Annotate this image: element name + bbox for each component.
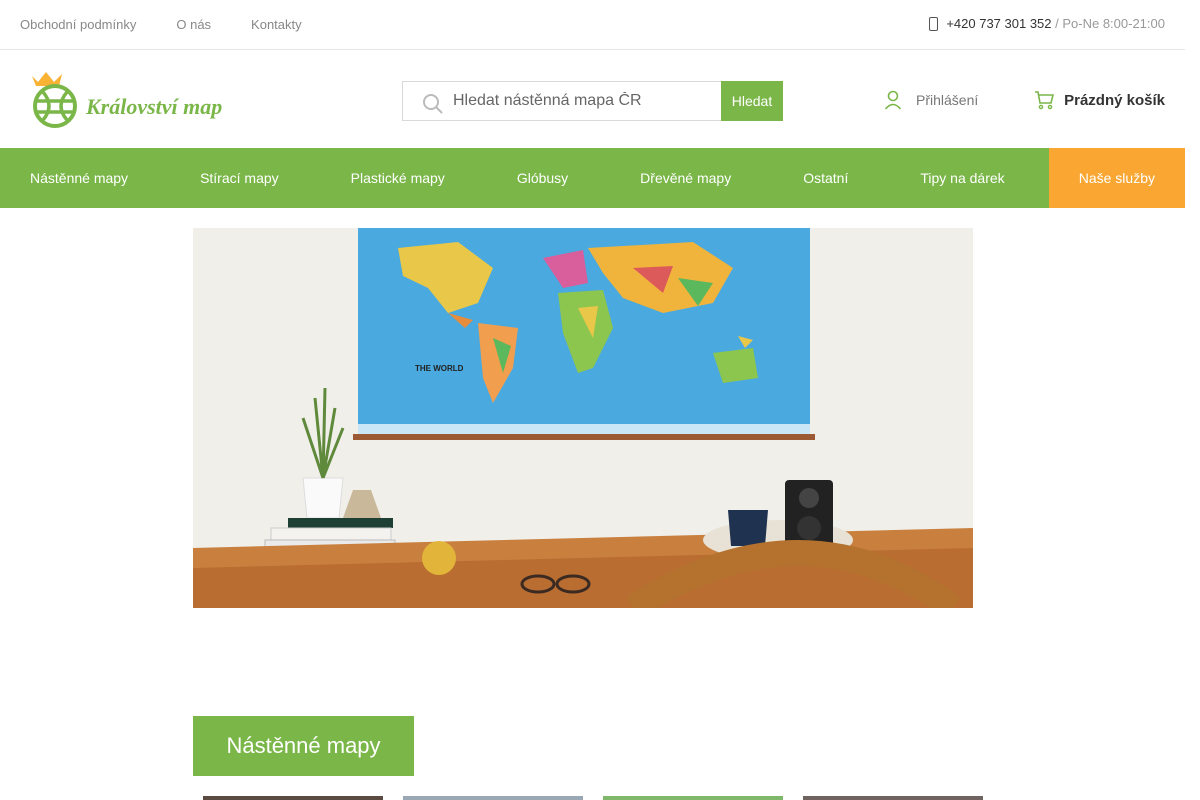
product-thumbnail[interactable] xyxy=(803,796,983,800)
main-nav: Nástěnné mapy Stírací mapy Plastické map… xyxy=(0,148,1185,208)
user-icon xyxy=(884,90,902,110)
top-bar: Obchodní podmínky O nás Kontakty +420 73… xyxy=(0,0,1185,50)
hero-banner[interactable]: THE WORLD xyxy=(193,228,973,608)
product-thumbnail[interactable] xyxy=(203,796,383,800)
opening-hours: / Po-Ne 8:00-21:00 xyxy=(1055,16,1165,31)
nav-item-relief-maps[interactable]: Plastické mapy xyxy=(309,148,475,208)
nav-item-scratch-maps[interactable]: Stírací mapy xyxy=(158,148,309,208)
hero-image: THE WORLD xyxy=(193,228,973,608)
logo[interactable]: Království map xyxy=(26,68,251,130)
logo-globe-icon: Království map xyxy=(32,72,222,128)
cart-label: Prázdný košík xyxy=(1064,91,1165,109)
login-label: Přihlášení xyxy=(916,92,979,108)
nav-item-services[interactable]: Naše služby xyxy=(1048,148,1185,208)
cart-link[interactable]: Prázdný košík xyxy=(1034,90,1165,110)
link-contacts[interactable]: Kontakty xyxy=(251,17,302,32)
phone-icon xyxy=(929,16,939,31)
login-link[interactable]: Přihlášení xyxy=(884,90,978,110)
search-icon xyxy=(423,94,443,114)
search-button[interactable]: Hledat xyxy=(721,81,783,121)
section-title-wall-maps[interactable]: Nástěnné mapy xyxy=(193,716,414,776)
product-thumbnail[interactable] xyxy=(603,796,783,800)
logo-text: Království map xyxy=(85,94,222,119)
link-terms[interactable]: Obchodní podmínky xyxy=(20,17,136,32)
nav-item-wall-maps[interactable]: Nástěnné mapy xyxy=(0,148,158,208)
top-links: Obchodní podmínky O nás Kontakty xyxy=(20,17,302,32)
search-input[interactable] xyxy=(453,82,723,120)
nav-item-wooden-maps[interactable]: Dřevěné mapy xyxy=(598,148,761,208)
nav-item-other[interactable]: Ostatní xyxy=(761,148,878,208)
phone-number[interactable]: +420 737 301 352 xyxy=(946,16,1051,31)
cart-icon xyxy=(1035,91,1055,110)
map-title: THE WORLD xyxy=(415,364,464,373)
link-about[interactable]: O nás xyxy=(176,17,211,32)
product-thumbnail[interactable] xyxy=(403,796,583,800)
nav-item-globes[interactable]: Glóbusy xyxy=(475,148,598,208)
nav-item-gift-tips[interactable]: Tipy na dárek xyxy=(878,148,1034,208)
contact-info: +420 737 301 352 / Po-Ne 8:00-21:00 xyxy=(929,16,1165,31)
product-thumbnails xyxy=(203,796,983,800)
search-box: Hledat xyxy=(402,81,783,121)
header: Království map Hledat Přihlášení Prázdný… xyxy=(0,50,1185,148)
